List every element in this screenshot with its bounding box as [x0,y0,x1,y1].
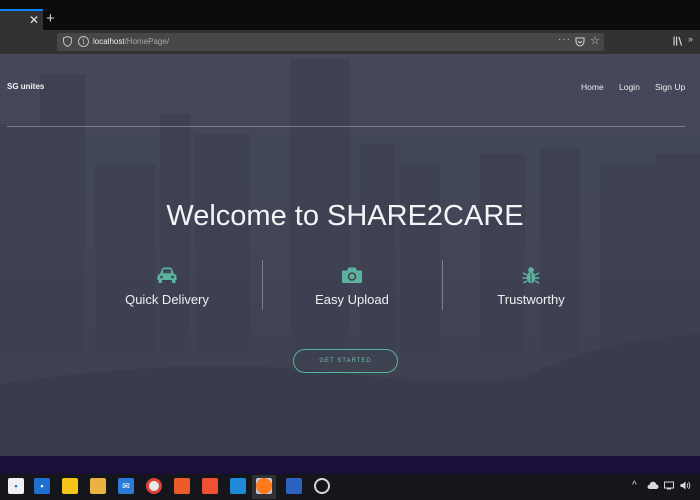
feature-label: Easy Upload [315,292,389,307]
clock-icon[interactable] [314,478,330,494]
get-started-button[interactable]: GET STARTED [293,349,398,373]
close-tab-icon[interactable]: ✕ [29,13,39,27]
sticky-notes-icon[interactable] [62,478,78,494]
camera-icon [342,267,362,283]
bookmark-star-icon[interactable]: ☆ [590,34,600,48]
windows-taskbar: ▪ ▪ ✉ ^ [0,456,700,500]
nav-signup-link[interactable]: Sign Up [655,82,685,92]
sourcetree-icon[interactable] [286,478,302,494]
site-brand[interactable]: SG unites [7,82,44,92]
feature-label: Quick Delivery [125,292,209,307]
library-icon[interactable] [673,36,684,46]
bug-icon [522,267,540,284]
url-host: localhost [93,37,125,46]
browser-tab[interactable]: ✕ [0,9,43,30]
mail-icon[interactable]: ✉ [118,478,134,494]
new-tab-icon[interactable]: + [46,11,55,27]
browser-tab-bar: ✕ + [0,0,700,30]
site-info-icon[interactable]: i [78,36,89,47]
nav-home-link[interactable]: Home [581,82,604,92]
file-explorer-icon[interactable] [90,478,106,494]
feature-divider [262,260,263,310]
network-icon[interactable] [664,481,674,490]
overflow-menu-icon[interactable]: » [688,34,693,44]
hero-headline: Welcome to SHARE2CARE [166,200,524,232]
vscode-icon[interactable] [230,478,246,494]
page-actions-icon[interactable]: ··· [558,34,571,45]
feature-trustworthy: Trustworthy [451,266,611,308]
feature-divider [442,260,443,310]
browser-toolbar: i localhost/HomePage/ ··· ☆ » [0,30,700,54]
address-bar[interactable]: i localhost/HomePage/ ··· ☆ [57,33,604,51]
tray-expand-icon[interactable]: ^ [632,478,637,494]
car-icon [157,267,177,283]
chrome-icon[interactable] [146,478,162,494]
task-app-icon[interactable]: ▪ [34,478,50,494]
url-path: /HomePage/ [124,37,170,46]
shield-icon[interactable] [63,36,72,47]
office-icon[interactable] [174,478,190,494]
volume-icon[interactable] [680,481,691,490]
url-text[interactable]: localhost/HomePage/ [93,36,169,48]
pocket-icon[interactable] [575,37,585,47]
header-divider [7,126,685,127]
web-page: SG unites Home Login Sign Up Welcome to … [0,54,700,456]
nav-login-link[interactable]: Login [619,82,640,92]
cloud-icon[interactable] [647,481,659,490]
dark-overlay [0,54,700,456]
feature-quick-delivery: Quick Delivery [87,266,247,308]
git-icon[interactable] [202,478,218,494]
feature-label: Trustworthy [497,292,565,307]
firefox-icon[interactable] [256,478,272,494]
store-icon[interactable]: ▪ [8,478,24,494]
feature-easy-upload: Easy Upload [272,266,432,308]
